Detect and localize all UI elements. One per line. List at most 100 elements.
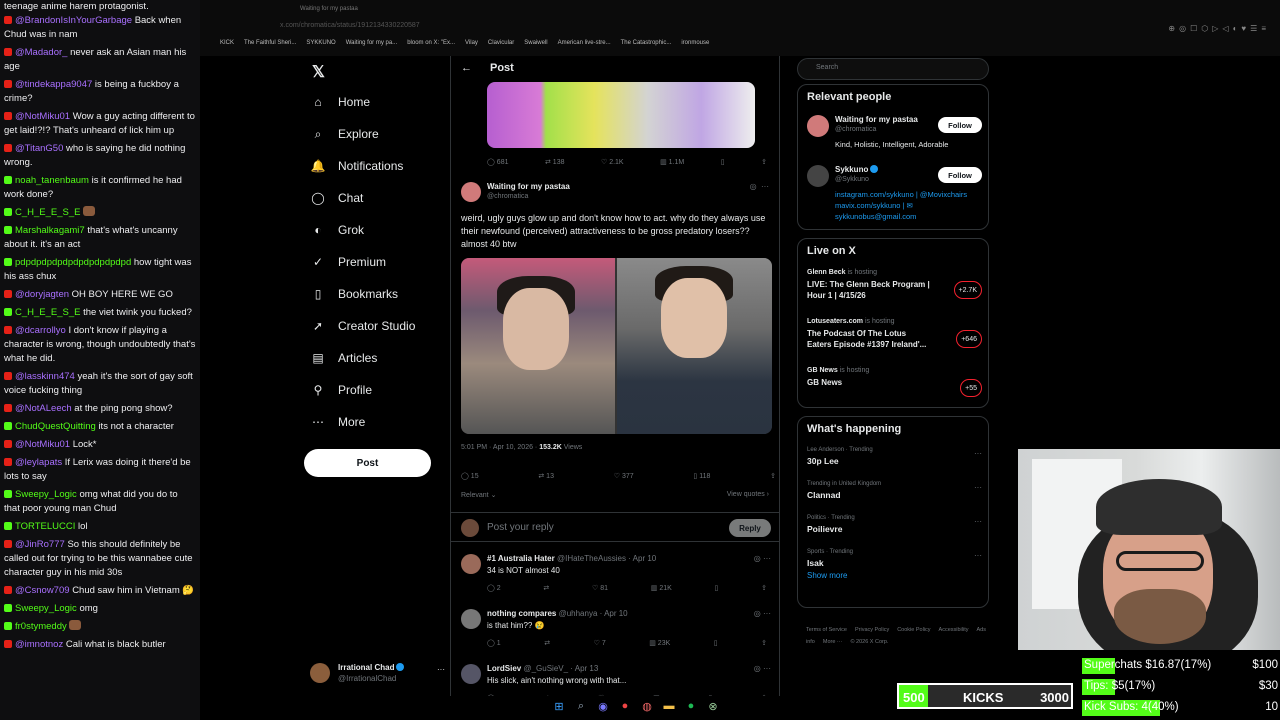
trend-item[interactable]: Lee Anderson · Trending 30p Lee ···: [807, 447, 982, 466]
live-title[interactable]: GB News: [807, 377, 932, 388]
chat-username[interactable]: @dcarrollyo: [15, 325, 66, 336]
avatar[interactable]: [807, 165, 829, 187]
heart-action[interactable]: ♡ 81: [592, 584, 608, 592]
trend-item[interactable]: Politics · Trending Poilievre ···: [807, 515, 982, 534]
share-icon[interactable]: ⇪: [761, 584, 767, 592]
views-action[interactable]: ▥: [653, 694, 660, 696]
chat-username[interactable]: noah_tanenbaum: [15, 175, 89, 186]
nav-item-profile[interactable]: ⚲ Profile: [308, 378, 372, 402]
post-button[interactable]: Post: [304, 449, 431, 477]
reply-item[interactable]: nothing compares @uhhanya · Apr 10 is tha…: [451, 609, 779, 664]
reply-action[interactable]: ◯ 2: [487, 584, 501, 592]
chat-username[interactable]: @NotMiku01: [15, 439, 70, 450]
more-icon[interactable]: ···: [437, 665, 445, 674]
author-handle[interactable]: @chromatica: [487, 193, 528, 200]
host-name[interactable]: Glenn Beck: [807, 269, 846, 276]
chat-username[interactable]: @NotALeech: [15, 403, 72, 414]
spotify-icon[interactable]: ●: [684, 700, 698, 718]
show-more-link[interactable]: Show more: [807, 571, 847, 580]
views-action[interactable]: ▥ 1.1M: [660, 158, 684, 166]
reply-sort-dropdown[interactable]: Relevant ⌄: [461, 491, 496, 499]
reply-action[interactable]: ◯ 15: [461, 472, 479, 480]
nav-item-home[interactable]: ⌂ Home: [308, 90, 370, 114]
share-icon[interactable]: ⇪: [761, 158, 767, 166]
bookmark-item[interactable]: Clavicular: [488, 40, 514, 46]
host-name[interactable]: GB News: [807, 367, 838, 374]
folder-icon[interactable]: ▬: [662, 700, 676, 718]
chat-username[interactable]: TORTELUCCI: [15, 521, 75, 532]
host-name[interactable]: Lotuseaters.com: [807, 318, 863, 325]
views-action[interactable]: ▥ 21K: [651, 584, 672, 592]
search-icon[interactable]: ⌕: [574, 700, 588, 718]
reply-item[interactable]: LordSiev @_GuSieV_ · Apr 13 His slick, ai…: [451, 664, 779, 696]
footer-link[interactable]: Accessibility: [939, 627, 969, 633]
more-icon[interactable]: ···: [761, 182, 769, 191]
chat-username[interactable]: Marshalkagami7: [15, 225, 85, 236]
chat-username[interactable]: ChudQuestQuitting: [15, 421, 96, 432]
more-icon[interactable]: ···: [974, 449, 982, 458]
bookmark-icon[interactable]: ▯: [715, 584, 719, 592]
footer-link[interactable]: Cookie Policy: [897, 627, 930, 633]
bookmark-item[interactable]: Vilay: [465, 40, 478, 46]
chrome-icon[interactable]: ◍: [640, 700, 654, 718]
nav-item-more[interactable]: ⋯ More: [308, 410, 365, 434]
live-title[interactable]: The Podcast Of The Lotus Eaters Episode …: [807, 328, 932, 350]
avatar[interactable]: [807, 115, 829, 137]
windows-start-icon[interactable]: ⊞: [552, 700, 566, 718]
address-bar[interactable]: x.com/chromatica/status/1912134330220587: [280, 22, 1160, 36]
bookmark-action[interactable]: ▯ 118: [693, 472, 710, 480]
follow-button[interactable]: Follow: [938, 117, 982, 133]
tweet-menu[interactable]: ◎ ···: [750, 182, 769, 191]
share-icon[interactable]: ⇪: [761, 639, 767, 647]
chat-username[interactable]: fr0stymeddy: [15, 621, 67, 632]
chat-username[interactable]: C_H_E_E_S_E: [15, 207, 80, 218]
live-item[interactable]: Lotuseaters.com is hosting The Podcast Of…: [807, 318, 982, 350]
bookmark-item[interactable]: KICK: [220, 40, 234, 46]
nav-item-grok[interactable]: ◐ Grok: [308, 218, 364, 242]
grok-icon[interactable]: ◎: [750, 182, 757, 191]
reply-action[interactable]: ◯ 1: [487, 639, 501, 647]
author-name[interactable]: Waiting for my pastaa: [487, 182, 570, 191]
live-item[interactable]: GB News is hosting GB News +55: [807, 367, 982, 397]
nav-item-bookmarks[interactable]: ▯ Bookmarks: [308, 282, 398, 306]
x-logo-icon[interactable]: 𝕏: [312, 62, 325, 82]
trend-item[interactable]: Trending in United Kingdom Clannad ···: [807, 481, 982, 500]
bookmark-item[interactable]: ironmouse: [681, 40, 709, 46]
more-icon[interactable]: ···: [974, 551, 982, 560]
nav-item-articles[interactable]: ▤ Articles: [308, 346, 377, 370]
like-action[interactable]: ♡ 377: [614, 472, 634, 480]
reply-action[interactable]: ◯: [487, 694, 495, 696]
browser-toolbar-icons[interactable]: ⊕◎☐⬡▷◁◐♥☰≡: [1168, 24, 1270, 33]
footer-link[interactable]: Terms of Service: [806, 627, 847, 633]
footer-link[interactable]: © 2026 X Corp.: [850, 639, 888, 645]
parent-post-image[interactable]: [487, 82, 755, 148]
chat-username[interactable]: @Madador_: [15, 47, 67, 58]
reply-author[interactable]: LordSiev: [487, 664, 521, 673]
obs-icon[interactable]: ●: [618, 700, 632, 718]
reply-author[interactable]: #1 Australia Hater: [487, 554, 555, 563]
avatar[interactable]: [461, 182, 481, 202]
reply-action[interactable]: ◯ 681: [487, 158, 508, 166]
chat-username[interactable]: @doryjagten: [15, 289, 69, 300]
browser-tab[interactable]: Waiting for my pastaa: [300, 6, 358, 12]
bookmark-item[interactable]: American live-stre...: [558, 40, 611, 46]
footer-link[interactable]: Privacy Policy: [855, 627, 889, 633]
bookmark-item[interactable]: Swaiwell: [524, 40, 547, 46]
nav-item-chat[interactable]: ◯ Chat: [308, 186, 363, 210]
avatar[interactable]: [461, 609, 481, 629]
live-item[interactable]: Glenn Beck is hosting LIVE: The Glenn Bec…: [807, 269, 982, 301]
chat-username[interactable]: Sweepy_Logic: [15, 489, 77, 500]
chat-username[interactable]: C_H_E_E_S_E: [15, 307, 80, 318]
bookmark-item[interactable]: SYKKUNO: [306, 40, 335, 46]
more-icon[interactable]: ···: [974, 483, 982, 492]
chat-username[interactable]: @lasskinn474: [15, 371, 75, 382]
repost-action[interactable]: ⇄ 13: [538, 472, 554, 480]
repost-action[interactable]: ⇄: [544, 694, 550, 696]
back-arrow-icon[interactable]: ←: [461, 62, 472, 74]
bookmark-item[interactable]: bloom on X: "Ex...: [407, 40, 455, 46]
reply-menu[interactable]: ◎ ···: [754, 554, 771, 563]
chat-username[interactable]: pdpdpdpdpdpdpdpdpdpdpd: [15, 257, 131, 268]
heart-action[interactable]: ♡ 7: [594, 639, 606, 647]
chat-username[interactable]: @leylapats: [15, 457, 62, 468]
reply-menu[interactable]: ◎ ···: [754, 664, 771, 673]
